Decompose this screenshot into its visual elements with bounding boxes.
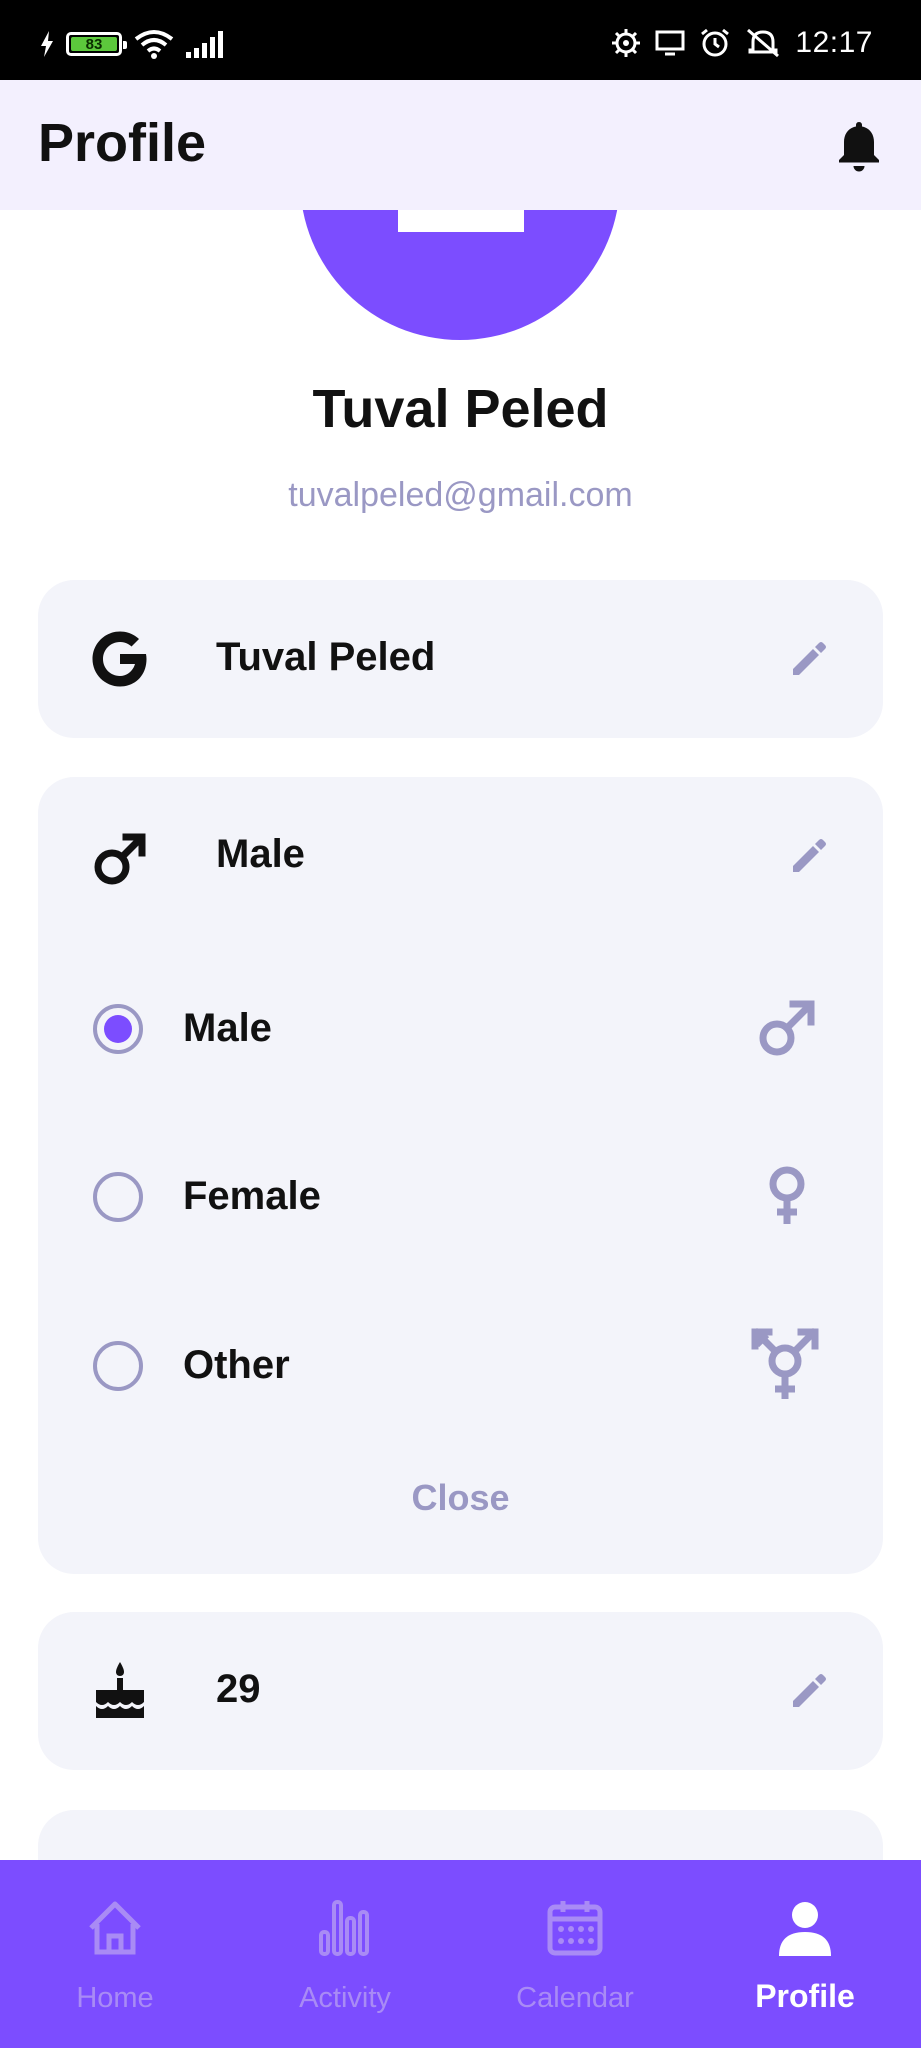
screen-cast-icon [655,30,685,56]
name-field-card[interactable]: Tuval Peled [38,580,883,738]
status-bar: 83 12:17 [0,0,921,80]
nav-label-calendar: Calendar [516,1982,634,2014]
edit-name-pencil-icon[interactable] [787,637,831,681]
gender-option-female[interactable]: Female [38,1152,883,1242]
male-icon [94,833,146,885]
option-label-male: Male [183,1006,272,1050]
profile-screen: 83 12:17 Profile Tuval Peled tuvalpeled@… [0,0,921,2048]
google-icon [92,631,147,687]
gender-field-card: Male Male Female Other Close [38,777,883,1574]
calendar-icon [547,1901,603,1956]
gender-option-other[interactable]: Other [38,1321,883,1411]
close-gender-options-button[interactable]: Close [38,1477,883,1519]
avatar [0,210,921,340]
female-icon [769,1166,805,1224]
male-icon [759,1000,815,1056]
activity-chart-icon [319,1900,369,1956]
display-name-value: Tuval Peled [216,635,436,679]
person-icon [779,1902,831,1956]
radio-female[interactable] [93,1172,143,1222]
transgender-icon [751,1328,819,1399]
wifi-icon [134,30,174,59]
battery-level: 83 [71,36,117,53]
edit-age-pencil-icon[interactable] [787,1669,831,1713]
radio-male[interactable] [93,1004,143,1054]
settings-icon [612,29,641,57]
cake-icon [96,1662,144,1718]
page-title: Profile [38,113,207,173]
gender-option-male[interactable]: Male [38,984,883,1074]
status-right: 12:17 [611,26,873,59]
nav-item-calendar[interactable]: Calendar [460,1860,690,2048]
age-field-card[interactable]: 29 [38,1612,883,1770]
signal-icon [186,31,223,58]
nav-label-profile: Profile [755,1978,855,2014]
radio-male-selected-dot [104,1015,132,1043]
option-label-female: Female [183,1174,321,1218]
nav-item-activity[interactable]: Activity [230,1860,460,2048]
avatar-badge [398,210,524,232]
age-value: 29 [216,1667,261,1711]
option-label-other: Other [183,1343,290,1387]
status-left: 83 [40,30,228,59]
charging-icon [41,31,53,57]
app-header: Profile [0,80,921,210]
nav-label-activity: Activity [299,1982,391,2014]
profile-email: tuvalpeled@gmail.com [288,476,633,514]
gender-value: Male [216,832,305,876]
battery-indicator: 83 [66,32,127,56]
nav-item-home[interactable]: Home [0,1860,230,2048]
clock: 12:17 [795,26,873,59]
radio-other[interactable] [93,1341,143,1391]
nav-item-profile[interactable]: Profile [690,1860,920,2048]
notifications-off-icon [747,28,780,58]
profile-name: Tuval Peled [312,379,609,439]
home-icon [89,1901,141,1955]
nav-label-home: Home [76,1982,154,2014]
edit-gender-pencil-icon[interactable] [787,834,831,878]
bell-icon[interactable] [833,118,885,174]
alarm-icon [701,28,730,57]
bottom-navigation: Home Activity Calendar Profile [0,1860,921,2048]
